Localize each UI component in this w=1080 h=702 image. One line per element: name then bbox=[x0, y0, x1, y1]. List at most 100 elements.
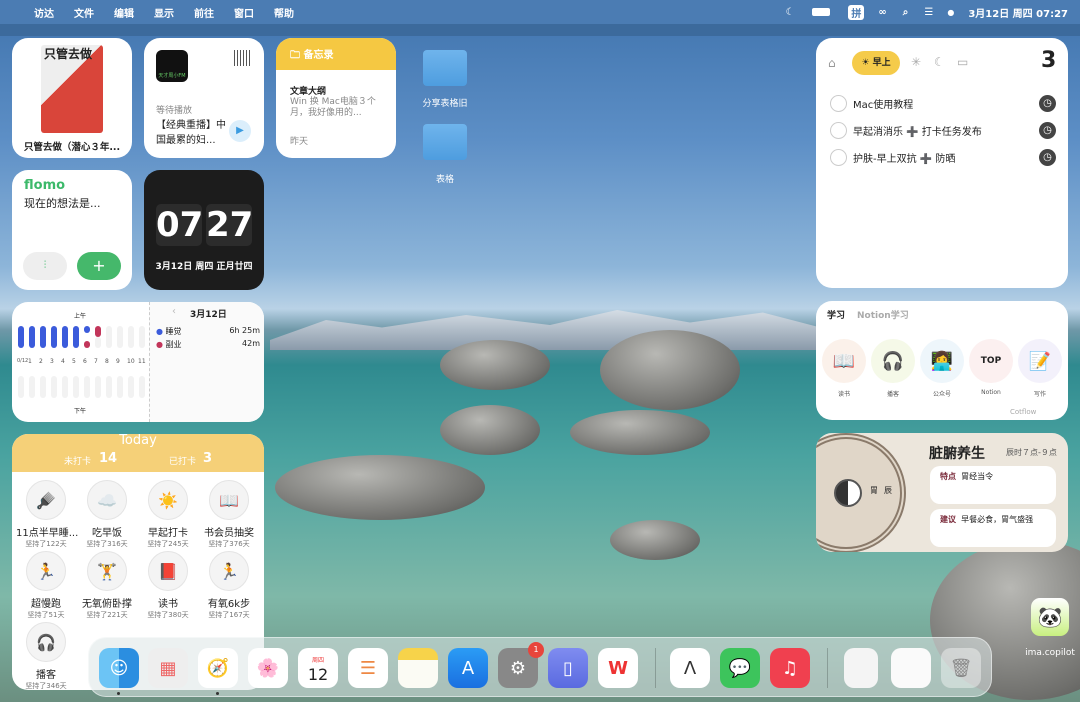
timer-icon[interactable]: ◷ bbox=[1039, 149, 1056, 166]
habit-item[interactable]: ☀️ 早起打卡 坚持了245天 bbox=[138, 480, 198, 549]
dock-music[interactable]: ♫ bbox=[770, 648, 810, 688]
habit-icon: ☀️ bbox=[148, 480, 188, 520]
tab-morning[interactable]: ☀ 早上 bbox=[852, 51, 900, 75]
mountains bbox=[270, 310, 830, 350]
todo-item[interactable]: 护肤-早上双抗 ➕ 防晒 ◷ bbox=[830, 149, 1056, 166]
podcast-widget[interactable]: 天才周小FM 等待播放 【经典重播】中国最累的妇... ▶ bbox=[144, 38, 264, 158]
timer-icon[interactable]: ◷ bbox=[1039, 122, 1056, 139]
dock-trash[interactable]: 🗑 bbox=[941, 648, 981, 688]
moon-icon[interactable]: ☾ bbox=[785, 7, 794, 18]
pm-bar-empty bbox=[29, 376, 35, 398]
habit-item[interactable]: 🏃 超慢跑 坚持了51天 bbox=[16, 551, 76, 620]
checkbox[interactable] bbox=[830, 95, 847, 112]
checkbox[interactable] bbox=[830, 122, 847, 139]
am-bar-empty bbox=[117, 326, 123, 348]
habit-item[interactable]: 🏋️ 无氧俯卧撑 坚持了221天 bbox=[77, 551, 137, 620]
flomo-prompt: 现在的想法是... bbox=[24, 197, 101, 210]
hour-label: 11 bbox=[138, 358, 146, 365]
dock-calendar[interactable]: 周四 12 bbox=[298, 648, 338, 688]
chevron-left-icon[interactable]: ‹ bbox=[172, 306, 176, 317]
learning-item[interactable]: 📖 读书 bbox=[822, 339, 866, 398]
dock-simulator[interactable]: ▯ bbox=[548, 648, 588, 688]
todo-item[interactable]: 早起消消乐 ➕ 打卡任务发布 ◷ bbox=[830, 122, 1056, 139]
dock-wps[interactable]: W bbox=[598, 648, 638, 688]
app-status-icon[interactable]: ● bbox=[947, 8, 954, 17]
search-icon[interactable]: ⌕ bbox=[903, 7, 909, 18]
todo-item[interactable]: Mac使用教程 ◷ bbox=[830, 95, 1056, 112]
menu-go[interactable]: 前往 bbox=[194, 5, 214, 20]
checkbox[interactable] bbox=[830, 149, 847, 166]
timer-icon[interactable]: ◷ bbox=[1039, 95, 1056, 112]
book-cover: 只管去做 bbox=[41, 45, 103, 133]
sun-icon[interactable]: ✳ bbox=[911, 55, 921, 69]
habit-name: 无氧俯卧撑 bbox=[82, 599, 132, 610]
menu-help[interactable]: 帮助 bbox=[274, 5, 294, 20]
habit-icon: 🏋️ bbox=[87, 551, 127, 591]
control-center-icon[interactable]: ☰ bbox=[924, 7, 933, 18]
habit-item[interactable]: 🪮 11点半早睡... 坚持了122天 bbox=[16, 480, 78, 549]
menu-view[interactable]: 显示 bbox=[154, 5, 174, 20]
folder-shared-old[interactable]: 分享表格旧 bbox=[412, 50, 478, 109]
dock-safari[interactable]: 🧭 bbox=[198, 648, 238, 688]
todo-widget[interactable]: ⌂ ☀ 早上 ✳ ☾ ▭ 3 Mac使用教程 ◷ 早起消消乐 ➕ 打卡任务发布 ◷ … bbox=[816, 38, 1068, 288]
habit-name: 读书 bbox=[158, 599, 178, 610]
rock bbox=[440, 405, 540, 455]
folder-icon bbox=[423, 124, 467, 160]
folder-table[interactable]: 表格 bbox=[412, 124, 478, 185]
dock-launchpad[interactable]: ▦ bbox=[148, 648, 188, 688]
am-bar-sleep bbox=[73, 326, 79, 348]
habit-icon: 📕 bbox=[148, 551, 188, 591]
dock-cotflow[interactable]: Λ bbox=[670, 648, 710, 688]
learning-widget[interactable]: 学习 Notion学习 📖 读书 🎧 播客 👩‍💻 公众号 TOP Notion 📝 写作 Cot… bbox=[816, 301, 1068, 420]
book-widget[interactable]: 只管去做 只管去做（潜心３年... bbox=[12, 38, 132, 158]
time-tracking-widget[interactable]: 上午 0/12 1 2 3 4 5 6 7 8 9 10 11 下午 ‹ 3月12日 ● 睡觉 6h 2… bbox=[12, 302, 264, 422]
running-indicator bbox=[216, 692, 219, 695]
dock-app-store[interactable]: A bbox=[448, 648, 488, 688]
home-icon[interactable]: ⌂ bbox=[828, 56, 836, 70]
voice-button[interactable]: ⫶ bbox=[23, 252, 67, 280]
menu-clock[interactable]: 3月12日 周四 07:27 bbox=[968, 5, 1068, 20]
moon-icon[interactable]: ☾ bbox=[934, 55, 945, 69]
menu-window[interactable]: 窗口 bbox=[234, 5, 254, 20]
habit-item[interactable]: 🏃 有氧6k步 坚持了167天 bbox=[199, 551, 259, 620]
dock-reminders[interactable]: ☰ bbox=[348, 648, 388, 688]
habit-streak: 坚持了316天 bbox=[86, 540, 128, 548]
habit-item[interactable]: 📖 书会员抽奖 坚持了376天 bbox=[199, 480, 259, 549]
archive-icon[interactable]: ▭ bbox=[957, 55, 968, 69]
hour-label: 5 bbox=[72, 358, 76, 365]
habit-item[interactable]: 🎧 播客 坚持了346天 bbox=[16, 622, 76, 690]
dock-photos[interactable]: 🌸 bbox=[248, 648, 288, 688]
play-button[interactable]: ▶ bbox=[229, 120, 251, 142]
menu-edit[interactable]: 编辑 bbox=[114, 5, 134, 20]
hour-label: 6 bbox=[83, 358, 87, 365]
pm-bar-empty bbox=[62, 376, 68, 398]
input-method[interactable]: 拼 bbox=[848, 4, 865, 20]
am-bar-side-job bbox=[95, 326, 101, 337]
dock-wechat[interactable]: 💬 bbox=[720, 648, 760, 688]
battery-icon[interactable] bbox=[812, 8, 831, 16]
flomo-widget[interactable]: flomo 现在的想法是... ⫶ + bbox=[12, 170, 132, 290]
dock-recent-doc-2[interactable] bbox=[891, 648, 931, 688]
habit-item[interactable]: 📕 读书 坚持了380天 bbox=[138, 551, 198, 620]
learning-item[interactable]: 👩‍💻 公众号 bbox=[920, 339, 964, 398]
am-bar-sleep bbox=[62, 326, 68, 348]
learning-item[interactable]: TOP Notion bbox=[969, 339, 1013, 396]
dock-recent-doc-1[interactable] bbox=[844, 648, 878, 688]
pending-count: 14 bbox=[99, 451, 118, 466]
habit-item[interactable]: ☁️ 吃早饭 坚持了316天 bbox=[77, 480, 137, 549]
learning-item[interactable]: 📝 写作 bbox=[1018, 339, 1062, 398]
menu-finder[interactable]: 访达 bbox=[34, 5, 54, 20]
hour-label: 7 bbox=[94, 358, 98, 365]
link-icon[interactable]: ∞ bbox=[878, 7, 886, 18]
dock-finder[interactable]: ☺ bbox=[99, 648, 139, 688]
notes-widget[interactable]: 🗀 备忘录 文章大纲 Win 换 Mac电脑３个月，我好像用的... 昨天 bbox=[276, 38, 396, 158]
notification-badge: 1 bbox=[528, 642, 544, 658]
tab-study[interactable]: 学习 bbox=[827, 308, 845, 321]
dock-notes[interactable] bbox=[398, 648, 438, 688]
add-button[interactable]: + bbox=[77, 252, 121, 280]
ima-copilot-app[interactable]: 🐼 ima.copilot bbox=[1020, 598, 1080, 658]
dock-system-settings[interactable]: ⚙ 1 bbox=[498, 642, 544, 688]
learning-item[interactable]: 🎧 播客 bbox=[871, 339, 915, 398]
tab-notion-study[interactable]: Notion学习 bbox=[857, 308, 909, 321]
menu-file[interactable]: 文件 bbox=[74, 5, 94, 20]
